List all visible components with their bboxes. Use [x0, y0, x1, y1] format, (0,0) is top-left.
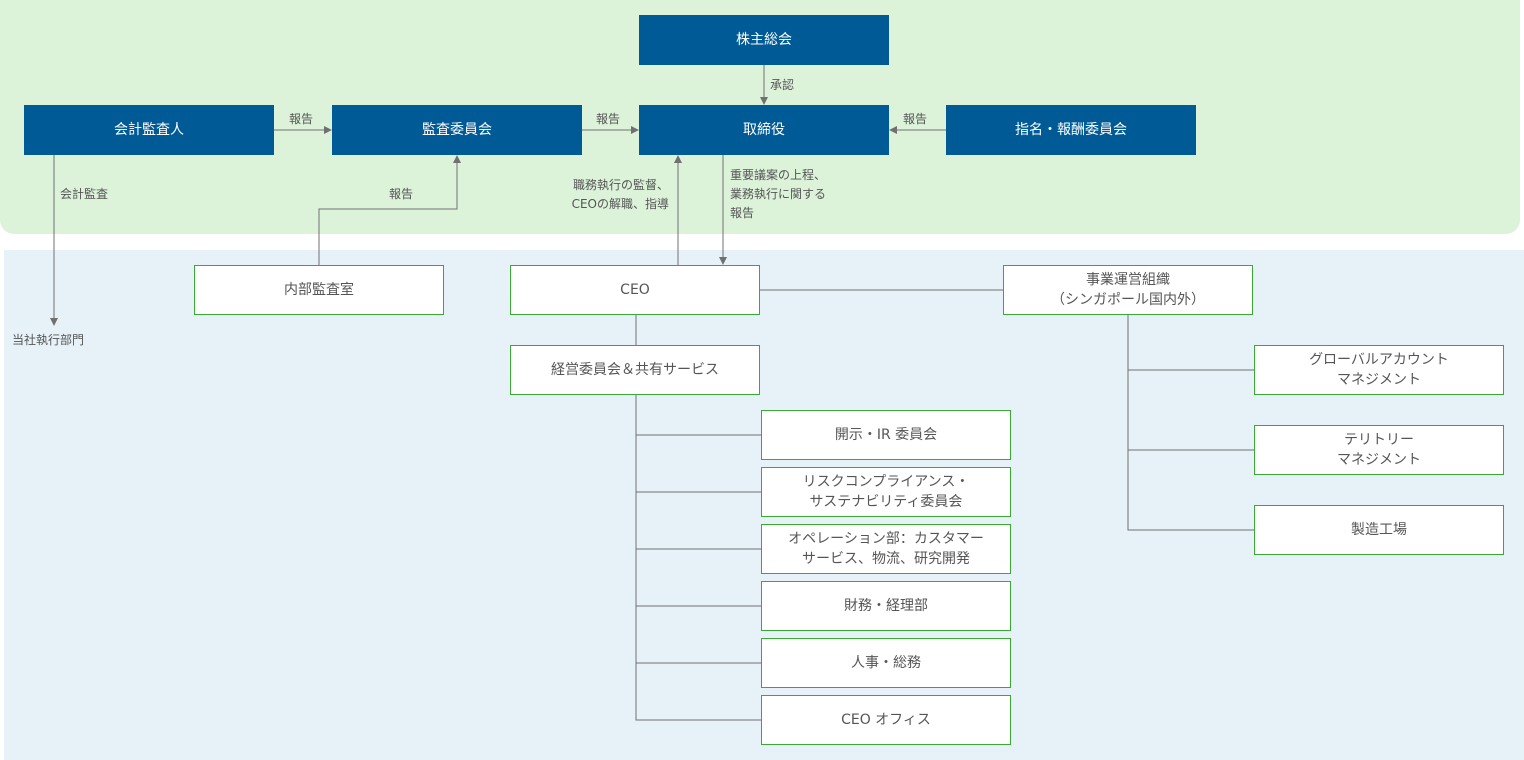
report-label-1: 報告 — [289, 112, 314, 126]
line-business-tree — [1127, 315, 1254, 531]
report-label-2: 報告 — [596, 112, 621, 126]
shareholders-meeting-box: 株主総会 — [639, 15, 889, 65]
arrow-internal-report — [318, 155, 461, 265]
executive-dept-label: 当社執行部門 — [12, 333, 85, 347]
supervision-label: 職務執行の監督、 CEOの解職、指導 — [571, 178, 669, 211]
line-management-tree — [635, 395, 761, 721]
management-committee-box: 経営委員会＆共有サービス — [510, 345, 760, 395]
internal-audit-box: 内部監査室 — [194, 265, 444, 315]
operations-box: オペレーション部：カスタマー サービス、物流、研究開発 — [761, 524, 1011, 574]
accounting-auditor-box: 会計監査人 — [24, 105, 274, 155]
ceo-box: CEO — [510, 265, 760, 315]
finance-box: 財務・経理部 — [761, 581, 1011, 631]
hr-box: 人事・総務 — [761, 638, 1011, 688]
accounting-audit-label: 会計監査 — [60, 187, 109, 201]
nomination-committee-box: 指名・報酬委員会 — [946, 105, 1196, 155]
internal-report-label: 報告 — [389, 187, 414, 201]
global-account-box: グローバルアカウント マネジメント — [1254, 345, 1504, 395]
factory-box: 製造工場 — [1254, 505, 1504, 555]
business-org-box: 事業運営組織 （シンガポール国内外） — [1003, 265, 1253, 315]
reporting-label: 重要議案の上程、 業務執行に関する 報告 — [730, 168, 827, 220]
audit-committee-box: 監査委員会 — [332, 105, 582, 155]
territory-box: テリトリー マネジメント — [1254, 425, 1504, 475]
ceo-office-box: CEO オフィス — [761, 695, 1011, 745]
approval-label: 承認 — [770, 78, 795, 92]
risk-compliance-box: リスクコンプライアンス・ サステナビリティ委員会 — [761, 467, 1011, 517]
board-box: 取締役 — [639, 105, 889, 155]
report-label-3: 報告 — [903, 112, 928, 126]
disclosure-ir-box: 開示・IR 委員会 — [761, 410, 1011, 460]
